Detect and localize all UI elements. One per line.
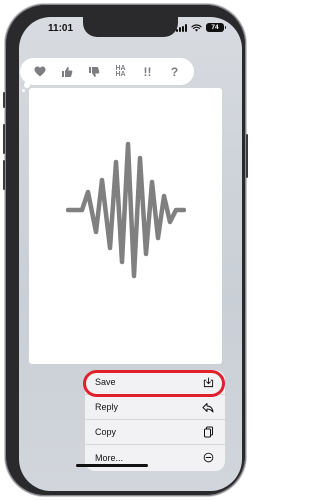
question-reaction-button[interactable]: ? — [166, 63, 184, 81]
heart-icon — [34, 66, 45, 77]
thumbs-down-reaction-button[interactable] — [85, 63, 103, 81]
audio-waveform-icon — [66, 141, 186, 279]
copy-icon — [202, 426, 214, 438]
audio-message-card[interactable] — [29, 88, 222, 364]
menu-item-label: More... — [95, 452, 124, 463]
cellular-signal-icon — [176, 23, 187, 32]
heart-reaction-button[interactable] — [31, 63, 49, 81]
volume-down-button — [3, 160, 5, 190]
status-icons: 74 — [176, 23, 226, 32]
thumbs-down-icon — [88, 66, 99, 77]
emphasis-reaction-button[interactable]: !! — [139, 63, 157, 81]
menu-item-reply[interactable]: Reply — [85, 395, 225, 420]
mute-switch — [3, 92, 5, 108]
home-indicator[interactable] — [76, 464, 148, 467]
haha-icon: HA HA — [115, 64, 126, 78]
notch — [83, 17, 178, 37]
status-time: 11:01 — [48, 23, 74, 34]
thumbs-up-icon — [61, 66, 72, 77]
battery-icon: 74 — [206, 23, 226, 32]
power-button — [246, 134, 248, 178]
volume-up-button — [3, 124, 5, 154]
battery-level: 74 — [211, 24, 219, 31]
more-circle-icon — [202, 452, 214, 464]
thumbs-up-reaction-button[interactable] — [58, 63, 76, 81]
haha-reaction-button[interactable]: HA HA — [112, 63, 130, 81]
wifi-icon — [191, 23, 202, 32]
double-exclamation-icon: !! — [143, 64, 152, 79]
tapback-reaction-bar: HA HA !! ? — [20, 58, 194, 85]
question-mark-icon: ? — [170, 64, 179, 79]
tapback-tail-small — [22, 89, 25, 92]
menu-item-label: Reply — [95, 402, 119, 412]
reply-arrow-icon — [202, 401, 214, 413]
save-highlight-outline — [83, 370, 225, 397]
menu-item-label: Copy — [95, 427, 117, 437]
menu-item-copy[interactable]: Copy — [85, 420, 225, 445]
tapback-tail — [24, 82, 30, 88]
